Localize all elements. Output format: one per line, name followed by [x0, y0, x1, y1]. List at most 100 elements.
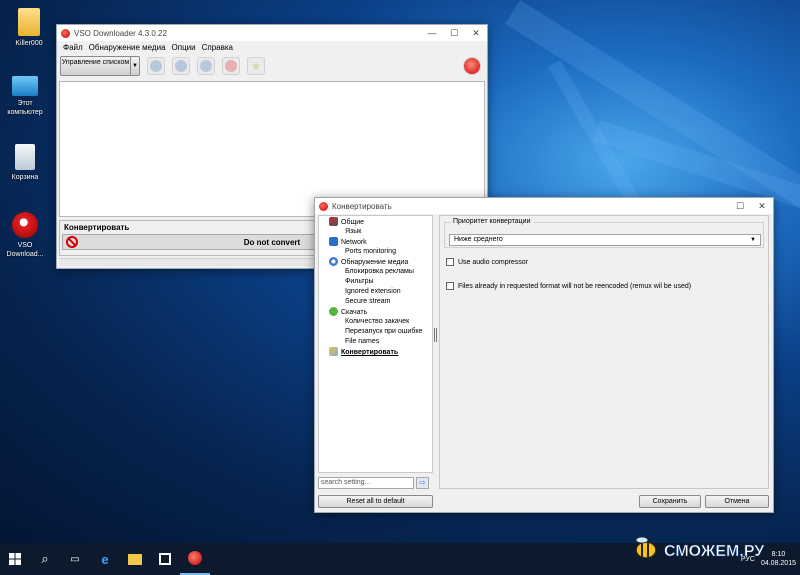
dialog-close-button[interactable]: ✕ [751, 201, 773, 212]
search-button[interactable]: ⌕ [30, 543, 60, 575]
tree-item-label: Перезапуск при ошибке [345, 328, 423, 335]
tree-item-language[interactable]: Язык [345, 227, 361, 237]
main-titlebar[interactable]: VSO Downloader 4.3.0.22 — ☐ ✕ [57, 25, 487, 41]
explorer-button[interactable] [120, 543, 150, 575]
settings-dialog: Конвертировать ☐ ✕ Общие Язык Network Po… [314, 197, 774, 513]
tree-item-label: File names [345, 338, 380, 345]
start-button[interactable] [0, 543, 30, 575]
folder-icon [18, 8, 40, 36]
vso-taskbar-button[interactable] [180, 543, 210, 575]
stop-icon [200, 60, 212, 72]
desktop-icon-killer000[interactable]: Killer000 [4, 8, 54, 48]
store-button[interactable] [150, 543, 180, 575]
convert-icon [329, 347, 338, 356]
download-icon [329, 307, 338, 316]
vso-record-button[interactable] [463, 57, 481, 75]
store-icon [159, 553, 171, 565]
info-button[interactable] [147, 57, 165, 75]
tree-item-ad-blocking[interactable]: Блокировка рекламы [345, 267, 414, 277]
menu-options[interactable]: Опции [169, 43, 199, 52]
vso-logo-icon [61, 28, 70, 38]
reset-all-button[interactable]: Reset all to default [318, 495, 433, 508]
recycle-bin-icon [15, 144, 35, 170]
tree-item-download-count[interactable]: Количество закачек [345, 317, 409, 327]
audio-compressor-label: Use audio compressor [458, 258, 529, 266]
manage-list-button[interactable]: Управление списком ▼ [60, 56, 140, 76]
tree-item-label: Конвертировать [341, 349, 399, 356]
menu-media-detection[interactable]: Обнаружение медиа [86, 43, 169, 52]
stop-button[interactable] [197, 57, 215, 75]
tree-item-label: Блокировка рекламы [345, 268, 414, 275]
desktop-icon-label: Этот компьютер [7, 100, 43, 116]
dialog-maximize-button[interactable]: ☐ [729, 201, 751, 212]
checkbox-box[interactable] [446, 258, 454, 266]
menu-file[interactable]: Файл [60, 43, 86, 52]
skip-reencode-label: Files already in requested format will n… [458, 282, 692, 290]
delete-button[interactable] [222, 57, 240, 75]
main-window-title: VSO Downloader 4.3.0.22 [74, 28, 167, 38]
priority-group: Приоритет конвертации Ниже среднего ▼ [444, 218, 764, 248]
favorite-button[interactable]: ★ [247, 57, 265, 75]
manage-list-label: Управление списком [61, 59, 130, 66]
task-view-icon: ▭ [70, 553, 80, 565]
search-go-icon[interactable]: ⇨ [416, 477, 429, 489]
tree-item-secure-stream[interactable]: Secure stream [345, 297, 391, 307]
tree-item-restart-on-error[interactable]: Перезапуск при ошибке [345, 327, 422, 337]
priority-value: Ниже среднего [454, 236, 503, 243]
save-button[interactable]: Сохранить [639, 495, 701, 508]
detect-media-icon [329, 257, 338, 266]
chevron-down-icon[interactable]: ▼ [130, 57, 139, 75]
tree-item-label: Secure stream [345, 298, 391, 305]
edge-button[interactable]: e [90, 543, 120, 575]
tree-item-label: Язык [345, 228, 362, 235]
tree-item-ports-monitoring[interactable]: Ports monitoring [345, 247, 396, 257]
pause-button[interactable] [172, 57, 190, 75]
convert-value: Do not convert [243, 237, 301, 247]
desktop-icon-this-pc[interactable]: Этот компьютер [0, 76, 50, 117]
search-setting-input[interactable]: search setting... [318, 477, 414, 489]
priority-group-title: Приоритет конвертации [451, 218, 533, 225]
tree-item-label: Общие [341, 219, 365, 226]
tree-item-ignored-extension[interactable]: Ignored extension [345, 287, 401, 297]
tree-item-filters[interactable]: Фильтры [345, 277, 374, 287]
convert-settings-pane: Приоритет конвертации Ниже среднего ▼ Us… [439, 215, 769, 489]
desktop-icon-vso[interactable]: VSO Download... [0, 212, 50, 259]
watermark-logo: СМОЖЕМ.РУ [635, 536, 766, 560]
settings-tree: Общие Язык Network Ports monitoring Обна… [318, 215, 433, 473]
desktop-icon-label: VSO Download... [6, 242, 44, 258]
tree-item-label: Количество закачек [345, 318, 410, 325]
tree-item-label: Ignored extension [345, 288, 401, 295]
dialog-title: Конвертировать [332, 201, 392, 211]
close-button[interactable]: ✕ [465, 28, 487, 39]
vso-logo-icon [319, 201, 328, 211]
audio-compressor-checkbox[interactable]: Use audio compressor [446, 258, 528, 266]
star-icon: ★ [250, 59, 262, 73]
tree-item-label: Network [341, 239, 367, 246]
vso-shortcut-icon [12, 212, 38, 238]
watermark-text: СМОЖЕМ.РУ [664, 543, 765, 560]
cancel-button[interactable]: Отмена [705, 495, 769, 508]
tree-item-convert[interactable]: Конвертировать [329, 347, 398, 358]
chevron-down-icon: ▼ [750, 237, 756, 243]
desktop-icon-recycle-bin[interactable]: Корзина [0, 144, 50, 182]
search-icon: ⌕ [41, 551, 49, 566]
checkbox-box[interactable] [446, 282, 454, 290]
task-view-button[interactable]: ▭ [60, 543, 90, 575]
tree-splitter-handle[interactable] [434, 328, 437, 342]
vso-logo-icon [188, 551, 202, 565]
folder-icon [128, 553, 142, 565]
network-icon [329, 237, 338, 246]
tree-item-label: Скачать [341, 309, 368, 316]
menu-help[interactable]: Справка [199, 43, 236, 52]
minimize-button[interactable]: — [421, 28, 443, 38]
main-menubar: Файл Обнаружение медиа Опции Справка [57, 41, 487, 53]
maximize-button[interactable]: ☐ [443, 28, 465, 39]
windows-logo-icon [9, 553, 21, 565]
tree-item-file-names[interactable]: File names [345, 337, 379, 347]
priority-select[interactable]: Ниже среднего ▼ [449, 234, 761, 246]
delete-icon [225, 60, 237, 72]
dialog-titlebar[interactable]: Конвертировать ☐ ✕ [315, 198, 773, 214]
desktop-icon-label: Killer000 [15, 40, 43, 47]
no-convert-icon [66, 236, 78, 248]
skip-reencode-checkbox[interactable]: Files already in requested format will n… [446, 282, 691, 290]
